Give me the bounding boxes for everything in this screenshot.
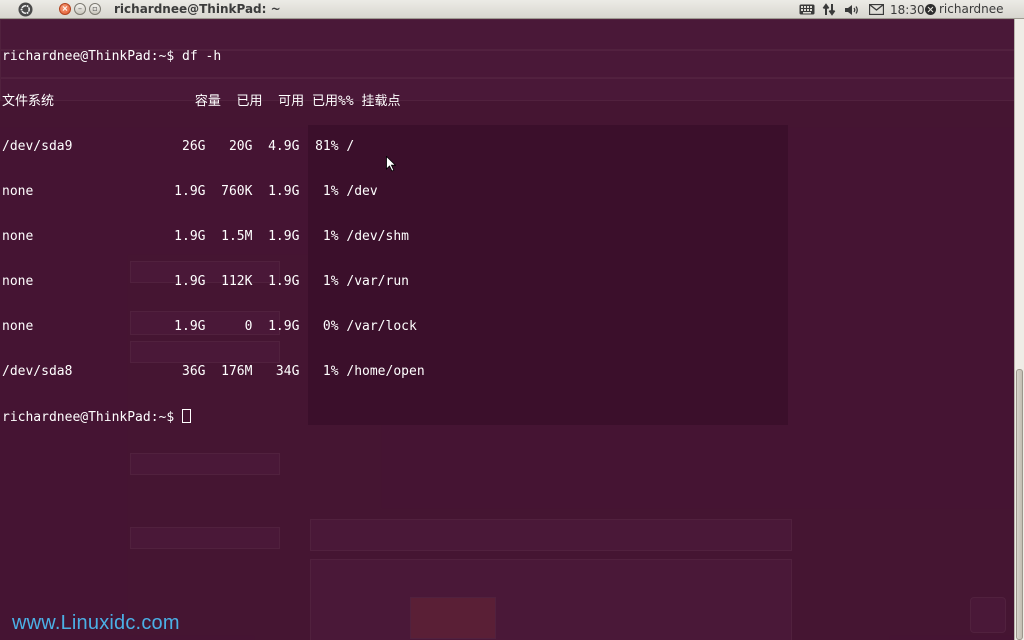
terminal-line: 文件系统 容量 已用 可用 已用%% 挂载点 [2,94,401,109]
mail-icon[interactable] [867,2,885,17]
network-icon[interactable] [821,2,837,17]
keyboard-icon[interactable] [798,2,816,17]
terminal-line: none 1.9G 760K 1.9G 1% /dev [2,184,378,199]
maximize-button[interactable]: ▫ [89,3,101,15]
text-cursor [182,409,192,423]
terminal-line: none 1.9G 1.5M 1.9G 1% /dev/shm [2,229,409,244]
terminal-line: none 1.9G 0 1.9G 0% /var/lock [2,319,417,334]
terminal-window[interactable]: richardnee@ThinkPad:~$ df -h 文件系统 容量 已用 … [0,19,1014,640]
terminal-line: richardnee@ThinkPad:~$ df -h [2,49,222,64]
terminal-line: none 1.9G 112K 1.9G 1% /var/run [2,274,409,289]
watermark-text: www.Linuxidc.com [12,612,180,634]
username-label: richardnee [939,2,1004,16]
user-menu[interactable]: richardnee [925,2,1004,16]
window-controls: × – ▫ [59,3,101,15]
top-panel: × – ▫ richardnee@ThinkPad: ~ 18:30 richa… [0,0,1024,19]
volume-icon[interactable] [843,2,861,17]
clock[interactable]: 18:30 [890,3,925,17]
terminal-line: /dev/sda9 26G 20G 4.9G 81% / [2,139,355,154]
power-icon[interactable] [925,3,936,15]
ubuntu-logo-icon[interactable] [18,2,33,17]
minimize-button[interactable]: – [74,3,86,15]
terminal-prompt: richardnee@ThinkPad:~$ [2,410,183,425]
terminal-line: /dev/sda8 36G 176M 34G 1% /home/open [2,364,425,379]
terminal-scrollbar[interactable] [1014,19,1024,640]
close-button[interactable]: × [59,3,71,15]
window-title: richardnee@ThinkPad: ~ [114,2,281,16]
terminal-prompt-line[interactable]: richardnee@ThinkPad:~$ [0,409,1014,425]
mouse-pointer-icon [386,156,396,172]
scrollbar-thumb[interactable] [1016,369,1023,640]
